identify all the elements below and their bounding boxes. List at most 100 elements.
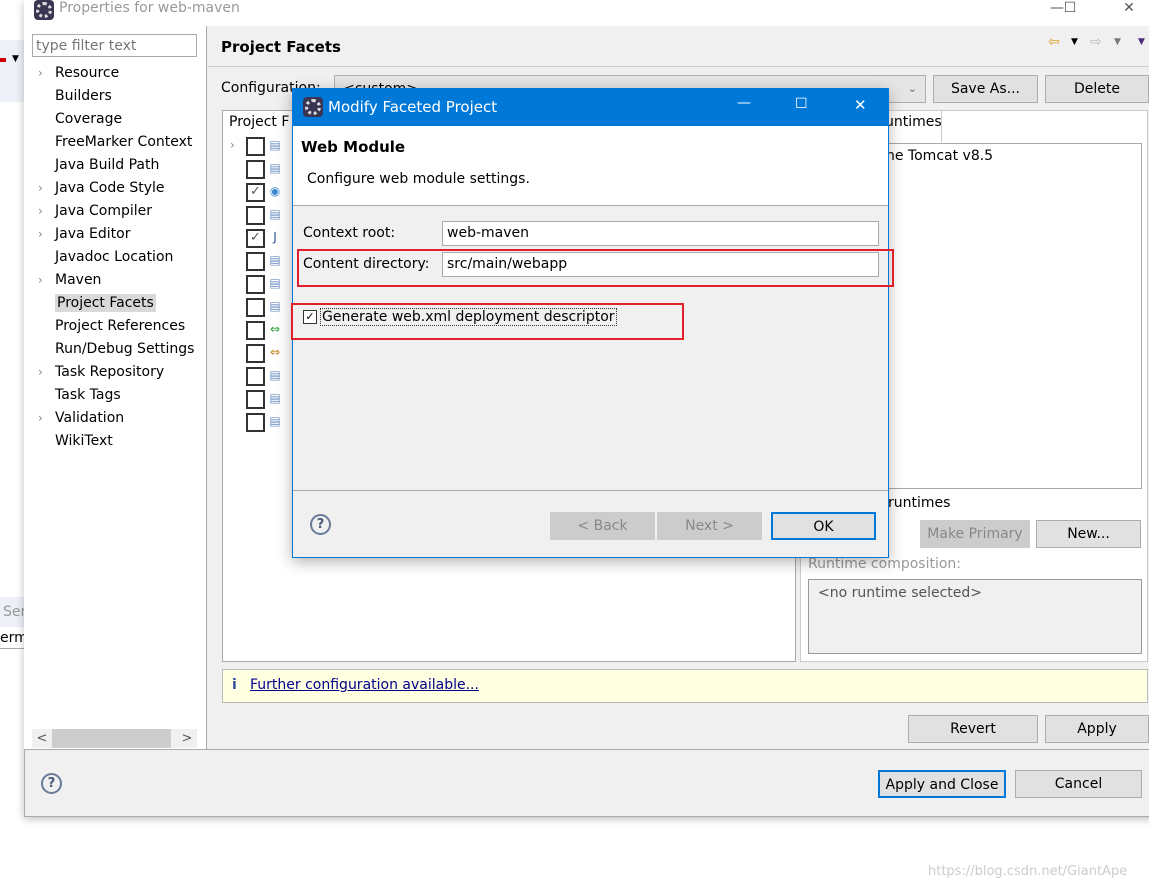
save-as-button[interactable]: Save As... xyxy=(933,75,1038,103)
sidebar-item-label: Javadoc Location xyxy=(55,249,174,265)
expand-icon[interactable]: › xyxy=(230,138,235,152)
expand-icon[interactable]: › xyxy=(38,361,55,383)
sidebar-item[interactable]: › Maven xyxy=(38,269,206,291)
sidebar-item[interactable]: › Java Compiler xyxy=(38,200,206,222)
info-icon: i xyxy=(232,677,237,693)
ok-button[interactable]: OK xyxy=(771,512,876,540)
apply-and-close-button[interactable]: Apply and Close xyxy=(878,770,1006,798)
sidebar-item[interactable]: › Java Editor xyxy=(38,223,206,245)
facet-checkbox[interactable] xyxy=(246,321,265,340)
back-nav-icon[interactable]: ⇦ xyxy=(1048,34,1060,50)
sidebar-item[interactable]: Run/Debug Settings xyxy=(38,338,206,360)
background-tab: Ser xyxy=(0,597,24,627)
dialog-heading: Web Module xyxy=(301,138,406,156)
sidebar-item[interactable]: Project References xyxy=(38,315,206,337)
facet-checkbox[interactable] xyxy=(246,298,265,317)
sidebar-item[interactable]: Builders xyxy=(38,85,206,107)
dialog-header: Web Module Configure web module settings… xyxy=(293,126,888,206)
sidebar-item[interactable]: WikiText xyxy=(38,430,206,452)
facet-checkbox[interactable] xyxy=(246,367,265,386)
scroll-thumb[interactable] xyxy=(52,729,171,748)
dialog-description: Configure web module settings. xyxy=(307,171,530,187)
sidebar-item-label: Coverage xyxy=(55,111,123,127)
apply-button[interactable]: Apply xyxy=(1045,715,1149,743)
facet-checkbox[interactable] xyxy=(246,137,265,156)
dialog-minimize-button[interactable]: — xyxy=(737,95,751,111)
java-icon: J xyxy=(273,230,277,244)
make-primary-button[interactable]: Make Primary xyxy=(920,520,1030,548)
sidebar-item[interactable]: Java Build Path xyxy=(38,154,206,176)
doc-icon: ▤ xyxy=(269,253,281,267)
sidebar-item-label: Resource xyxy=(55,65,120,81)
sidebar-item[interactable]: Project Facets xyxy=(38,292,206,314)
facet-checkbox[interactable]: ✓ xyxy=(246,183,265,202)
arrows-green-icon: ⇔ xyxy=(269,322,281,336)
facet-checkbox[interactable] xyxy=(246,275,265,294)
sidebar-item-label: Java Code Style xyxy=(55,180,165,196)
back-button[interactable]: < Back xyxy=(550,512,655,540)
expand-icon[interactable]: › xyxy=(38,269,55,291)
delete-button[interactable]: Delete xyxy=(1045,75,1149,103)
generate-webxml-label[interactable]: Generate web.xml deployment descriptor xyxy=(320,308,617,326)
facet-checkbox[interactable]: ✓ xyxy=(246,229,265,248)
expand-icon[interactable]: › xyxy=(38,200,55,222)
facet-checkbox[interactable] xyxy=(246,344,265,363)
context-root-label: Context root: xyxy=(303,225,396,241)
sidebar-item[interactable]: › Java Code Style xyxy=(38,177,206,199)
facet-checkbox[interactable] xyxy=(246,160,265,179)
modify-faceted-project-dialog: Modify Faceted Project — ☐ ✕ Web Module … xyxy=(291,88,894,558)
sidebar-item-label: Java Build Path xyxy=(55,157,160,173)
window-title: Properties for web-maven xyxy=(59,0,240,16)
cancel-button[interactable]: Cancel xyxy=(1015,770,1142,798)
facet-checkbox[interactable] xyxy=(246,252,265,271)
dialog-close-button[interactable]: ✕ xyxy=(854,96,867,114)
content-directory-label: Content directory: xyxy=(303,256,430,272)
context-root-input[interactable]: web-maven xyxy=(442,221,879,246)
expand-icon[interactable]: › xyxy=(38,177,55,199)
sidebar-item[interactable]: Task Tags xyxy=(38,384,206,406)
forward-nav-icon[interactable]: ⇨ xyxy=(1090,34,1102,50)
chevron-down-icon[interactable]: ▼ xyxy=(1071,37,1078,47)
view-menu-icon[interactable]: ▼ xyxy=(1138,37,1145,47)
sidebar-item[interactable]: FreeMarker Context xyxy=(38,131,206,153)
doc-icon: ▤ xyxy=(269,207,281,221)
divider xyxy=(24,749,1149,750)
generate-webxml-checkbox[interactable]: ✓ xyxy=(303,310,317,324)
info-bar: i Further configuration available... xyxy=(222,669,1148,703)
filter-input[interactable] xyxy=(32,34,197,57)
content-directory-input[interactable]: src/main/webapp xyxy=(442,252,879,277)
sidebar-item[interactable]: Coverage xyxy=(38,108,206,130)
maximize-button[interactable]: ☐ xyxy=(1058,0,1082,20)
sidebar-item-label: Java Editor xyxy=(55,226,131,242)
facet-checkbox[interactable] xyxy=(246,413,265,432)
expand-icon[interactable]: › xyxy=(38,62,55,84)
further-config-link[interactable]: Further configuration available... xyxy=(250,677,479,693)
facet-checkbox[interactable] xyxy=(246,390,265,409)
sidebar-item[interactable]: › Task Repository xyxy=(38,361,206,383)
scroll-right-icon[interactable]: > xyxy=(177,729,197,748)
scroll-left-icon[interactable]: < xyxy=(32,729,52,748)
runtime-composition-box: <no runtime selected> xyxy=(808,579,1142,654)
expand-icon[interactable]: › xyxy=(38,223,55,245)
new-runtime-button[interactable]: New... xyxy=(1036,520,1141,548)
sidebar-item[interactable]: Javadoc Location xyxy=(38,246,206,268)
doc-icon: ▤ xyxy=(269,276,281,290)
next-button[interactable]: Next > xyxy=(657,512,762,540)
sidebar-item-label: Task Tags xyxy=(55,387,121,403)
facet-checkbox[interactable] xyxy=(246,206,265,225)
dialog-maximize-button[interactable]: ☐ xyxy=(795,96,808,112)
help-icon[interactable]: ? xyxy=(310,514,331,535)
revert-button[interactable]: Revert xyxy=(908,715,1038,743)
eclipse-icon xyxy=(34,0,54,20)
expand-icon[interactable]: › xyxy=(38,407,55,429)
sidebar-scrollbar[interactable]: < > xyxy=(32,729,197,748)
runtimes-label: runtimes xyxy=(888,495,951,511)
close-button[interactable]: ✕ xyxy=(1117,0,1141,20)
divider xyxy=(208,66,1149,67)
help-icon[interactable]: ? xyxy=(41,773,62,794)
sidebar-item[interactable]: › Validation xyxy=(38,407,206,429)
doc-icon: ▤ xyxy=(269,299,281,313)
runtime-item[interactable]: he Tomcat v8.5 xyxy=(886,148,993,164)
sidebar-item[interactable]: › Resource xyxy=(38,62,206,84)
chevron-down-icon[interactable]: ▼ xyxy=(1114,37,1121,47)
